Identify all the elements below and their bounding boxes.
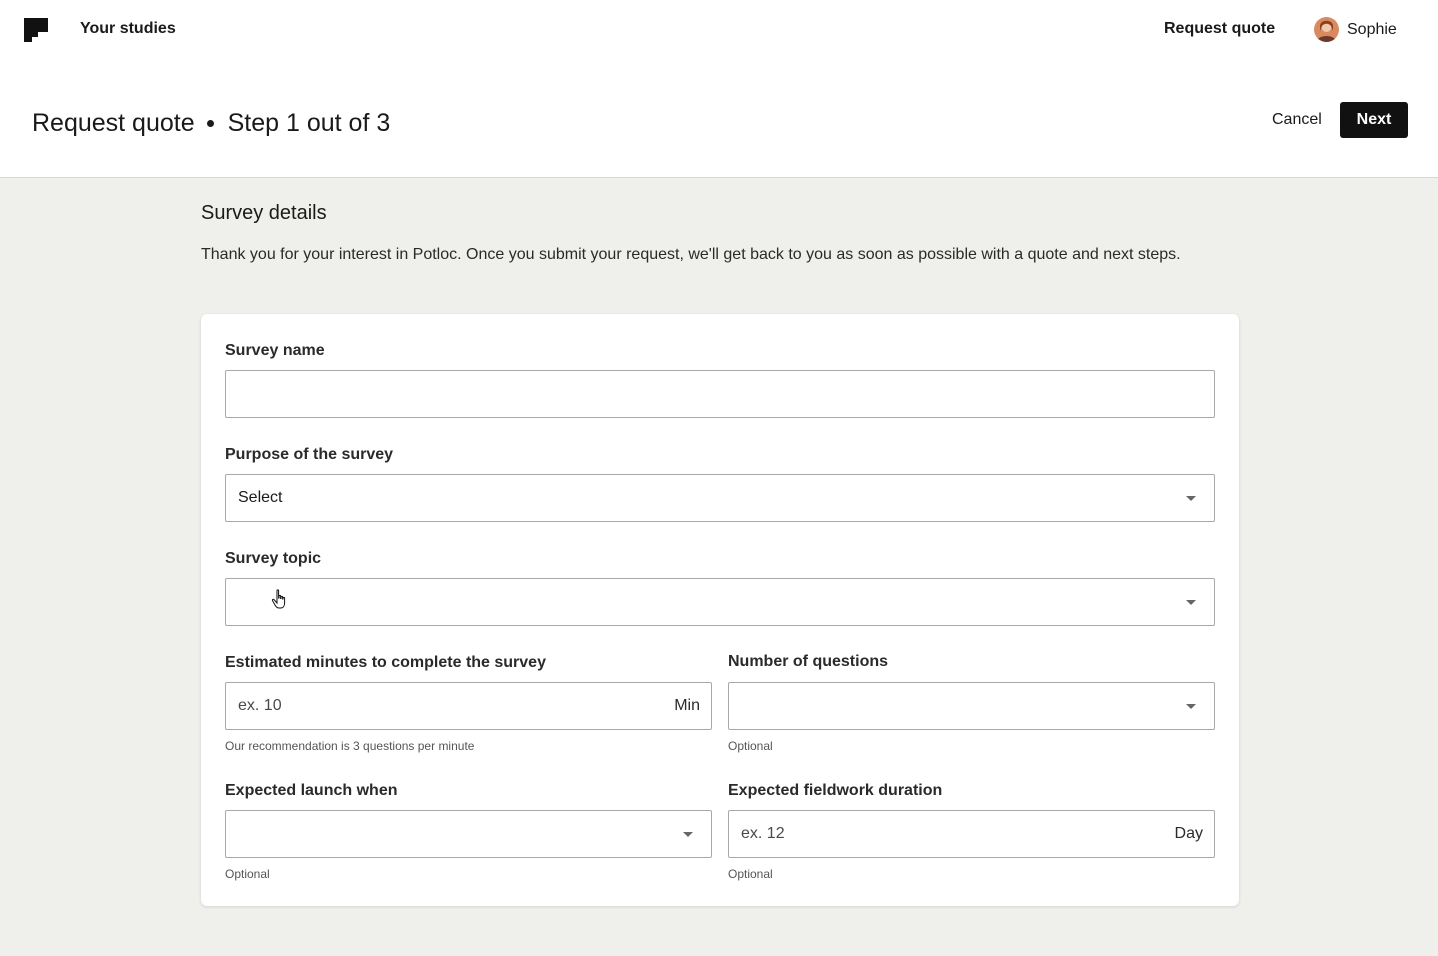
questions-help: Optional bbox=[728, 739, 773, 753]
user-name: Sophie bbox=[1347, 20, 1397, 38]
intro-text: Thank you for your interest in Potloc. O… bbox=[201, 246, 1181, 263]
survey-details-card: Survey name Purpose of the survey Select… bbox=[201, 314, 1239, 906]
hand-pointer-icon bbox=[271, 589, 286, 609]
duration-label: Expected fieldwork duration bbox=[728, 782, 943, 799]
survey-name-label: Survey name bbox=[225, 342, 325, 359]
chevron-down-icon bbox=[1186, 704, 1196, 709]
minutes-help: Our recommendation is 3 questions per mi… bbox=[225, 739, 475, 753]
minutes-label: Estimated minutes to complete the survey bbox=[225, 654, 546, 671]
questions-select[interactable] bbox=[728, 682, 1215, 730]
purpose-value: Select bbox=[238, 489, 283, 506]
questions-label: Number of questions bbox=[728, 653, 889, 670]
purpose-select[interactable]: Select bbox=[225, 474, 1215, 522]
next-button[interactable]: Next bbox=[1340, 102, 1408, 138]
minutes-unit: Min bbox=[674, 697, 700, 714]
brand-logo-icon[interactable] bbox=[24, 18, 48, 42]
step-indicator: Step 1 out of 3 bbox=[227, 109, 391, 137]
purpose-label: Purpose of the survey bbox=[225, 446, 394, 463]
topic-label: Survey topic bbox=[225, 550, 322, 567]
launch-label: Expected launch when bbox=[225, 782, 398, 799]
duration-unit: Day bbox=[1174, 825, 1203, 842]
minutes-placeholder: ex. 10 bbox=[238, 697, 282, 714]
nav-request-quote[interactable]: Request quote bbox=[1164, 20, 1275, 38]
section-title: Survey details bbox=[201, 202, 327, 224]
duration-input[interactable]: ex. 12 Day bbox=[728, 810, 1215, 858]
page-title: Request quote Step 1 out of 3 bbox=[32, 109, 390, 138]
survey-name-input[interactable] bbox=[225, 370, 1215, 418]
user-avatar bbox=[1314, 17, 1339, 42]
top-header: Your studies Request quote Sophie Reques… bbox=[0, 0, 1438, 178]
nav-your-studies[interactable]: Your studies bbox=[80, 20, 176, 38]
launch-select[interactable] bbox=[225, 810, 712, 858]
separator-dot bbox=[206, 120, 214, 127]
page-title-text: Request quote bbox=[32, 109, 195, 137]
duration-help: Optional bbox=[728, 867, 773, 881]
duration-placeholder: ex. 12 bbox=[741, 825, 785, 842]
cancel-button[interactable]: Cancel bbox=[1262, 102, 1332, 138]
launch-help: Optional bbox=[225, 867, 270, 881]
chevron-down-icon bbox=[1186, 496, 1196, 501]
chevron-down-icon bbox=[1186, 600, 1196, 605]
minutes-input[interactable]: ex. 10 Min bbox=[225, 682, 712, 730]
topic-select[interactable] bbox=[225, 578, 1215, 626]
user-menu[interactable]: Sophie bbox=[1314, 17, 1397, 42]
chevron-down-icon bbox=[683, 832, 693, 837]
